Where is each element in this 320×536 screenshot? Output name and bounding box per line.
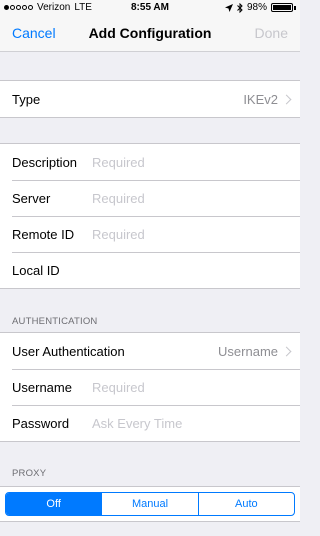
- username-label: Username: [12, 379, 72, 395]
- password-label: Password: [12, 415, 70, 431]
- type-row[interactable]: Type IKEv2: [0, 81, 300, 117]
- user-authentication-label: User Authentication: [12, 343, 125, 359]
- battery-level: [273, 5, 291, 10]
- password-field[interactable]: Ask Every Time: [92, 416, 182, 431]
- local-id-row: Local ID: [0, 252, 300, 288]
- nav-bar: Cancel Add Configuration Done: [0, 16, 300, 52]
- username-field[interactable]: Required: [92, 380, 145, 395]
- done-button[interactable]: Done: [255, 25, 288, 41]
- status-bar: Verizon LTE 8:55 AM 98%: [0, 0, 300, 16]
- description-field[interactable]: Required: [92, 155, 145, 170]
- battery-percent: 98%: [246, 2, 267, 13]
- type-value: IKEv2: [243, 91, 278, 107]
- server-row: Server Required: [0, 180, 300, 216]
- password-row: Password Ask Every Time: [0, 405, 300, 441]
- proxy-option-auto[interactable]: Auto: [197, 493, 294, 515]
- authentication-header: AUTHENTICATION: [12, 316, 98, 327]
- proxy-option-off[interactable]: Off: [6, 493, 102, 515]
- proxy-segmented-control: Off Manual Auto: [5, 492, 295, 516]
- server-label: Server: [12, 190, 51, 206]
- server-field[interactable]: Required: [92, 191, 145, 206]
- chevron-right-icon: [281, 94, 292, 104]
- proxy-option-manual[interactable]: Manual: [101, 493, 197, 515]
- battery-icon: [271, 3, 293, 12]
- chevron-right-icon: [281, 346, 292, 356]
- proxy-group: Off Manual Auto: [0, 486, 300, 522]
- username-row: Username Required: [0, 369, 300, 405]
- status-right: 98%: [224, 2, 296, 13]
- user-authentication-row[interactable]: User Authentication Username: [0, 333, 300, 369]
- user-authentication-value: Username: [218, 343, 278, 359]
- location-arrow-icon: [224, 3, 233, 12]
- description-row: Description Required: [0, 144, 300, 180]
- bluetooth-icon: [237, 2, 243, 13]
- battery-cap: [294, 5, 296, 10]
- local-id-label: Local ID: [12, 262, 60, 278]
- type-label: Type: [12, 91, 41, 107]
- server-fields-group: Description Required Server Required Rem…: [0, 143, 300, 289]
- authentication-group: User Authentication Username Username Re…: [0, 332, 300, 442]
- proxy-header: PROXY: [12, 468, 47, 479]
- description-label: Description: [12, 154, 78, 170]
- remote-id-field[interactable]: Required: [92, 227, 145, 242]
- type-group: Type IKEv2: [0, 80, 300, 118]
- remote-id-row: Remote ID Required: [0, 216, 300, 252]
- remote-id-label: Remote ID: [12, 226, 75, 242]
